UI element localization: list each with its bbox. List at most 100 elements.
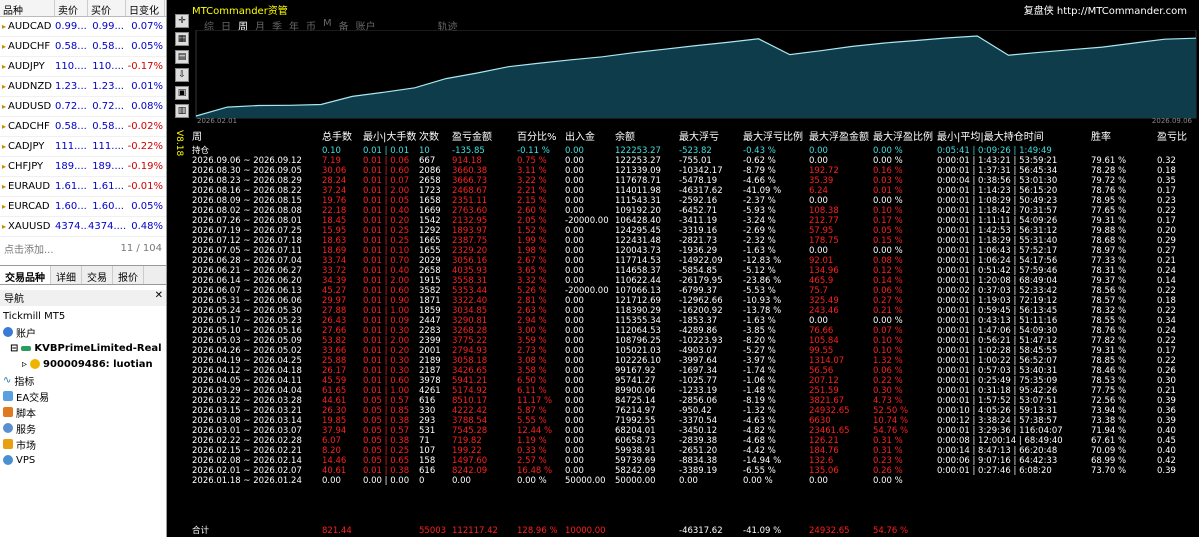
column-header[interactable]: 次数 — [419, 128, 439, 143]
table-cell: 95741.27 — [615, 376, 656, 386]
table-cell: -2856.06 — [679, 396, 718, 406]
nav-indicators[interactable]: ∿ 指标 — [0, 372, 166, 388]
table-icon[interactable]: ▦ — [175, 32, 189, 46]
symbol-row[interactable]: ▸ AUDCHF 0.58... 0.58... 0.05% — [0, 37, 166, 57]
column-header[interactable]: 最大浮盈比例 — [873, 128, 933, 143]
symbol-row[interactable]: ▸ EURCAD 1.60... 1.60... 0.05% — [0, 197, 166, 217]
table-cell: 0.17 — [1157, 216, 1176, 226]
table-cell: 108796.25 — [615, 336, 661, 346]
symbol-row[interactable]: ▸ EURAUD 1.61... 1.61... -0.01% — [0, 177, 166, 197]
col-ask[interactable]: 买价 — [88, 0, 126, 17]
expert-icon — [3, 391, 13, 401]
table-cell: 0.00 — [565, 266, 584, 276]
nav-indicators-label: 指标 — [14, 376, 35, 388]
collapse-icon[interactable]: ⊟ — [10, 343, 18, 354]
column-header[interactable]: 盈亏金额 — [452, 128, 492, 143]
col-bid[interactable]: 卖价 — [55, 0, 88, 17]
column-header[interactable]: 最大浮亏比例 — [743, 128, 803, 143]
chart-start-label: 2026.02.01 — [197, 117, 237, 125]
table-cell: 0:00:01 | 1:37:31 | 56:45:34 — [937, 166, 1058, 176]
crosshair-icon[interactable]: ✛ — [175, 14, 189, 28]
column-header[interactable]: 周 — [192, 128, 202, 143]
table-cell: 3426.65 — [452, 366, 488, 376]
col-change[interactable]: 日变化 — [126, 0, 165, 17]
table-cell: 2.94 % — [517, 316, 547, 326]
symbol-row[interactable]: ▸ CADCHF 0.58... 0.58... -0.02% — [0, 117, 166, 137]
table-cell: 0.05 | 0.38 — [363, 436, 410, 446]
tab-details[interactable]: 详细 — [51, 266, 82, 284]
table-cell: 18.69 — [322, 246, 347, 256]
table-cell: 0.29 — [1157, 236, 1176, 246]
table-cell: 102226.10 — [615, 356, 661, 366]
ask-cell: 1.23... — [92, 81, 124, 92]
table-cell: 0.01 | 0.07 — [363, 176, 410, 186]
close-icon[interactable]: ✕ — [155, 290, 163, 306]
report-icon[interactable]: ▤ — [175, 50, 189, 64]
table-cell: 0.01 | 0.05 — [363, 196, 410, 206]
nav-services[interactable]: 服务 — [0, 420, 166, 436]
column-header[interactable]: 出入金 — [565, 128, 595, 143]
table-cell: 79.88 % — [1091, 226, 1127, 236]
symbol-row[interactable]: ▸ AUDNZD 1.23... 1.23... 0.01% — [0, 77, 166, 97]
column-header[interactable]: 余额 — [615, 128, 635, 143]
symbol-row[interactable]: ▸XAUUSD4374....4374....0.48% — [0, 217, 166, 237]
add-symbol-placeholder[interactable]: 点击添加... — [4, 241, 54, 256]
nav-broker[interactable]: Tickmill MT5 — [0, 308, 166, 324]
table-cell: 0.00 — [565, 456, 584, 466]
symbol-row[interactable]: ▸ AUDJPY 110.... 110.... -0.17% — [0, 57, 166, 77]
column-header[interactable]: 最小|大手数 — [363, 128, 416, 143]
nav-server[interactable]: ⊟ KVBPrimeLimited-Real — [0, 340, 166, 356]
symbol-row[interactable]: ▸ AUDUSD 0.72... 0.72... 0.08% — [0, 97, 166, 117]
symbol-row[interactable]: ▸ AUDCAD 0.99... 0.99... 0.07% — [0, 17, 166, 37]
table-cell: 2026.07.05 ~ 2026.07.11 — [192, 246, 302, 256]
table-cell: 2026.09.06 ~ 2026.09.12 — [192, 156, 302, 166]
column-header[interactable]: 胜率 — [1091, 128, 1111, 143]
tab-trading[interactable]: 交易 — [82, 266, 113, 284]
table-row: 2026.07.26 ~ 2026.08.01 18.45 0.01 | 0.20 1… — [192, 216, 1199, 226]
tab-ticks[interactable]: 报价 — [113, 266, 144, 284]
bid-cell: 1.60... — [55, 201, 87, 212]
column-header[interactable]: 盈亏比 — [1157, 128, 1187, 143]
nav-experts[interactable]: EA交易 — [0, 388, 166, 404]
symbol-row[interactable]: ▸ CADJPY 111.... 111.... -0.22% — [0, 137, 166, 157]
cloud-icon — [3, 455, 13, 465]
expand-icon[interactable]: ▹ — [22, 359, 27, 370]
table-cell: 2026.07.26 ~ 2026.08.01 — [192, 216, 302, 226]
table-cell: 16.48 % — [517, 466, 553, 476]
website-link[interactable]: 复盘侠 http://MTCommander.com — [1024, 2, 1187, 17]
column-header[interactable]: 最大浮亏 — [679, 128, 719, 143]
table-cell: 0.14 % — [873, 276, 903, 286]
table-cell: 0:00:01 | 1:14:23 | 56:15:20 — [937, 186, 1058, 196]
table-cell: 0.22 — [1157, 206, 1176, 216]
col-symbol[interactable]: 品种 — [0, 0, 55, 17]
table-cell: 78.85 % — [1091, 356, 1127, 366]
table-cell: 0.00 — [565, 316, 584, 326]
table-cell: 78.31 % — [1091, 266, 1127, 276]
table-cell: -20000.00 — [565, 216, 609, 226]
nav-accounts[interactable]: 账户 — [0, 324, 166, 340]
table-cell: 0.42 — [1157, 456, 1176, 466]
symbol-row[interactable]: ▸ CHFJPY 189.... 189.... -0.19% — [0, 157, 166, 177]
export-icon[interactable]: ⇩ — [175, 68, 189, 82]
nav-scripts[interactable]: 脚本 — [0, 404, 166, 420]
column-header[interactable]: 总手数 — [322, 128, 352, 143]
table-cell: 0.00 | 0.00 — [363, 476, 410, 486]
nav-account[interactable]: ▹ 900009486: luotian — [0, 356, 166, 372]
nav-market[interactable]: 市场 — [0, 436, 166, 452]
nav-vps[interactable]: VPS — [0, 452, 166, 468]
table-cell: 0.01 | 2.00 — [363, 336, 410, 346]
table-cell: 45.27 — [322, 286, 347, 296]
column-header[interactable]: 百分比% — [517, 128, 557, 143]
column-header[interactable]: 最小|平均|最大持仓时间 — [937, 128, 1044, 143]
settings-icon[interactable]: ▥ — [175, 104, 189, 118]
column-header[interactable]: 最大浮盈金额 — [809, 128, 869, 143]
table-cell: 3.00 % — [517, 326, 547, 336]
symbol-icon: ▸ — [2, 182, 7, 191]
table-cell: 0.00 — [565, 206, 584, 216]
table-cell: 2029 — [419, 256, 441, 266]
tab-symbols[interactable]: 交易品种 — [0, 266, 51, 284]
add-symbol-row[interactable]: 点击添加... 11 / 104 — [0, 237, 166, 259]
table-cell: 105.84 — [809, 336, 839, 346]
layout-icon[interactable]: ▣ — [175, 86, 189, 100]
table-cell: 4222.42 — [452, 406, 488, 416]
